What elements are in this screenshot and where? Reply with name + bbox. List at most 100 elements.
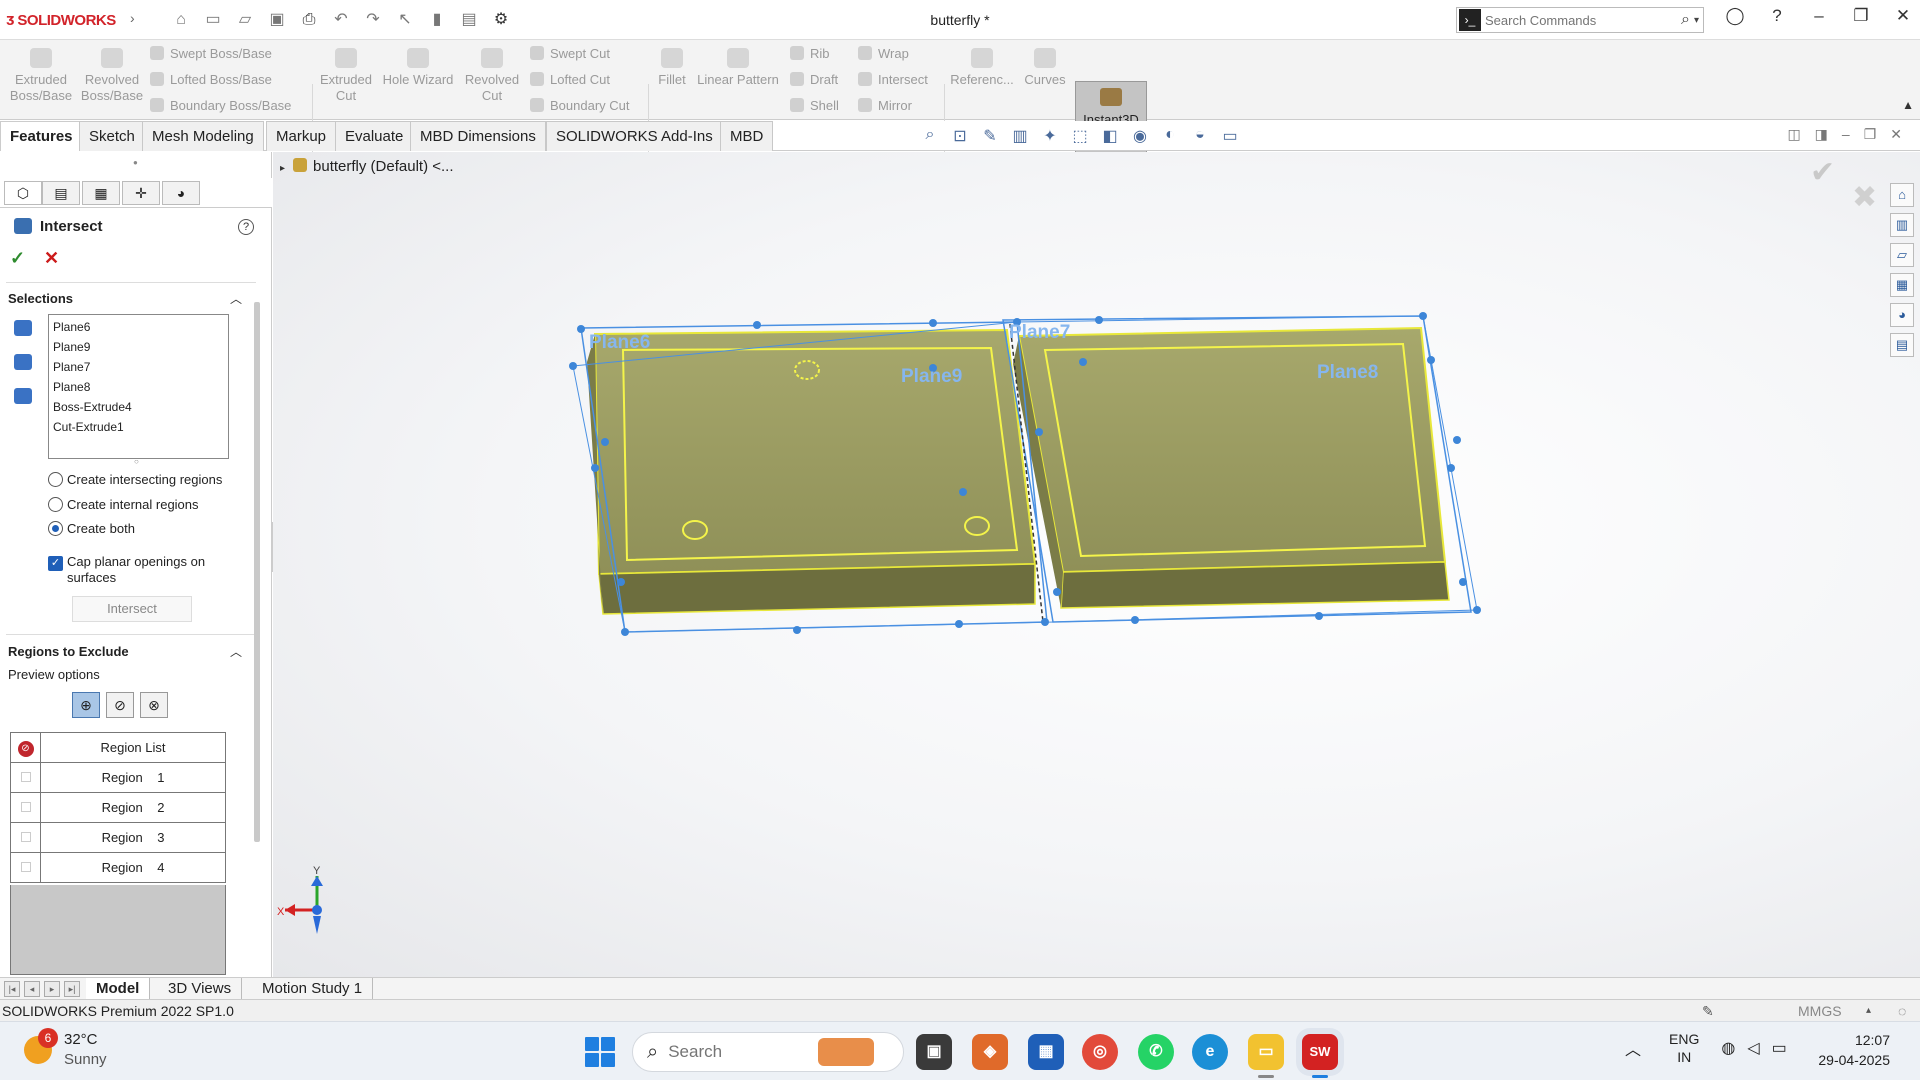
radio-create-both[interactable]: Create both xyxy=(48,521,135,536)
collapse-regions-icon[interactable]: ︿ xyxy=(230,643,242,660)
cancel-button[interactable]: ✕ xyxy=(44,248,59,269)
reference-geometry-button[interactable]: Referenc... xyxy=(948,48,1016,88)
home-icon[interactable]: ⌂ xyxy=(168,8,194,32)
prev-tab-icon[interactable]: ◂ xyxy=(24,981,40,997)
dynamic-annotation-icon[interactable]: ✦ xyxy=(1040,126,1060,146)
file-explorer-taskbar-icon[interactable]: ▭ xyxy=(1248,1034,1284,1070)
tab-features[interactable]: Features xyxy=(0,121,83,151)
table-row[interactable]: Region 2 xyxy=(10,792,226,823)
graphics-area[interactable]: Plane6 Plane7 Plane9 Plane8 X Y xyxy=(273,152,1920,977)
boundary-boss-button[interactable]: Boundary Boss/Base xyxy=(150,98,291,113)
view-settings-icon[interactable]: ▭ xyxy=(1220,126,1240,146)
doc-restore-icon[interactable]: ❐ xyxy=(1864,126,1877,143)
close-button[interactable]: ✕ xyxy=(1886,6,1920,26)
tile-left-icon[interactable]: ◫ xyxy=(1787,126,1800,143)
tab-evaluate[interactable]: Evaluate xyxy=(335,121,414,151)
select-icon[interactable]: ↖ xyxy=(392,8,418,32)
property-manager-tab-icon[interactable]: ▤ xyxy=(42,181,80,205)
plane-label[interactable]: Plane6 xyxy=(589,332,650,353)
appearances-icon[interactable]: ◕ xyxy=(1890,303,1914,327)
previous-view-icon[interactable]: ✎ xyxy=(980,126,1000,146)
user-icon[interactable]: ◯ xyxy=(1718,6,1752,26)
taskbar-search-input[interactable] xyxy=(668,1042,819,1062)
options-icon[interactable]: ⚙ xyxy=(488,8,514,32)
first-tab-icon[interactable]: |◂ xyxy=(4,981,20,997)
search-input[interactable] xyxy=(1485,12,1681,28)
panel-scrollbar[interactable] xyxy=(254,302,260,842)
swept-boss-button[interactable]: Swept Boss/Base xyxy=(150,46,272,61)
file-explorer-icon[interactable]: ▱ xyxy=(1890,243,1914,267)
intersect-ribbon-button[interactable]: Intersect xyxy=(858,72,928,87)
tab-motion-study-1[interactable]: Motion Study 1 xyxy=(252,978,374,1000)
search-commands-box[interactable]: ›_ ⌕ ▾ xyxy=(1456,7,1704,33)
solidworks-logo[interactable]: ᴣ SOLIDWORKS xyxy=(6,10,116,30)
extruded-boss-button[interactable]: Extruded Boss/Base xyxy=(6,48,76,104)
apply-scene-icon[interactable]: ◒ xyxy=(1190,126,1210,146)
language-indicator[interactable]: ENG IN xyxy=(1669,1030,1699,1066)
region-checkbox[interactable] xyxy=(10,822,41,853)
draft-button[interactable]: Draft xyxy=(790,72,838,87)
linear-pattern-button[interactable]: Linear Pattern xyxy=(694,48,782,88)
list-item[interactable]: Boss-Extrude4 xyxy=(53,397,224,417)
menu-expand-arrow-icon[interactable]: › xyxy=(130,10,135,26)
fillet-button[interactable]: Fillet xyxy=(652,48,692,88)
table-row[interactable]: Region 1 xyxy=(10,762,226,793)
minimize-button[interactable]: – xyxy=(1802,6,1836,26)
list-item[interactable]: Plane8 xyxy=(53,377,224,397)
configuration-manager-tab-icon[interactable]: ▦ xyxy=(82,181,120,205)
save-icon[interactable]: ▣ xyxy=(264,8,290,32)
list-resize-grip-icon[interactable]: ○ xyxy=(134,457,139,466)
feature-manager-tab-icon[interactable]: ⬡ xyxy=(4,181,42,205)
store-icon[interactable]: ▦ xyxy=(1028,1034,1064,1070)
collapse-ribbon-icon[interactable]: ▲ xyxy=(1902,98,1914,112)
dimxpert-tab-icon[interactable]: ✛ xyxy=(122,181,160,205)
chrome-icon[interactable]: ◎ xyxy=(1082,1034,1118,1070)
file-props-icon[interactable]: ▤ xyxy=(456,8,482,32)
print-icon[interactable]: ⎙ xyxy=(296,8,322,32)
shell-button[interactable]: Shell xyxy=(790,98,839,113)
boundary-cut-button[interactable]: Boundary Cut xyxy=(530,98,630,113)
regions-to-exclude-header[interactable]: Regions to Exclude xyxy=(8,644,129,659)
chevron-down-icon[interactable]: ▾ xyxy=(1694,15,1699,26)
weather-widget[interactable]: 6 32°C Sunny xyxy=(24,1028,107,1070)
lofted-cut-button[interactable]: Lofted Cut xyxy=(530,72,610,87)
cap-planar-openings-checkbox[interactable]: ✓ Cap planar openings on surfaces xyxy=(48,554,228,586)
view-orientation-icon[interactable]: ⬚ xyxy=(1070,126,1090,146)
doc-close-icon[interactable]: ✕ xyxy=(1890,126,1902,143)
tab-mbd-dimensions[interactable]: MBD Dimensions xyxy=(410,121,546,151)
edge-icon[interactable]: e xyxy=(1192,1034,1228,1070)
start-button[interactable] xyxy=(585,1037,615,1067)
tab-mbd[interactable]: MBD xyxy=(720,121,774,151)
search-icon[interactable]: ⌕ xyxy=(1681,11,1690,29)
redo-icon[interactable]: ↷ xyxy=(360,8,386,32)
tab-markup[interactable]: Markup xyxy=(266,121,337,151)
zoom-area-icon[interactable]: ⊡ xyxy=(950,126,970,146)
plane-label[interactable]: Plane7 xyxy=(1009,322,1070,343)
tab-solidworks-add-ins[interactable]: SOLIDWORKS Add-Ins xyxy=(546,121,723,151)
list-item[interactable]: Plane6 xyxy=(53,317,224,337)
next-tab-icon[interactable]: ▸ xyxy=(44,981,60,997)
hide-show-icon[interactable]: ◉ xyxy=(1130,126,1150,146)
table-row[interactable]: Region 3 xyxy=(10,822,226,853)
units-menu-icon[interactable]: ▴ xyxy=(1866,1000,1871,1022)
rebuild-status-icon[interactable]: ✎ xyxy=(1702,1000,1714,1022)
tab-model[interactable]: Model xyxy=(86,978,151,1000)
custom-properties-icon[interactable]: ▤ xyxy=(1890,333,1914,357)
swept-cut-button[interactable]: Swept Cut xyxy=(530,46,610,61)
exclude-preview-icon[interactable]: ⊘ xyxy=(106,692,134,718)
help-icon[interactable]: ? xyxy=(1760,6,1794,26)
plane-label[interactable]: Plane8 xyxy=(1317,362,1378,383)
display-style-icon[interactable]: ◧ xyxy=(1100,126,1120,146)
doc-minimize-icon[interactable]: – xyxy=(1842,126,1850,143)
model-view[interactable]: Plane6 Plane7 Plane9 Plane8 X Y xyxy=(273,152,1920,977)
solidworks-resources-icon[interactable]: ⌂ xyxy=(1890,183,1914,207)
rebuild-icon[interactable]: ▮ xyxy=(424,8,450,32)
help-icon[interactable]: ? xyxy=(238,219,254,235)
system-clock[interactable]: 12:07 29-04-2025 xyxy=(1818,1030,1890,1070)
plane-label[interactable]: Plane9 xyxy=(901,366,962,387)
copilot-icon[interactable]: ◈ xyxy=(972,1034,1008,1070)
mirror-button[interactable]: Mirror xyxy=(858,98,912,113)
task-view-icon[interactable]: ▣ xyxy=(916,1034,952,1070)
show-hidden-icons-icon[interactable]: ︿ xyxy=(1625,1036,1641,1060)
wrap-button[interactable]: Wrap xyxy=(858,46,909,61)
